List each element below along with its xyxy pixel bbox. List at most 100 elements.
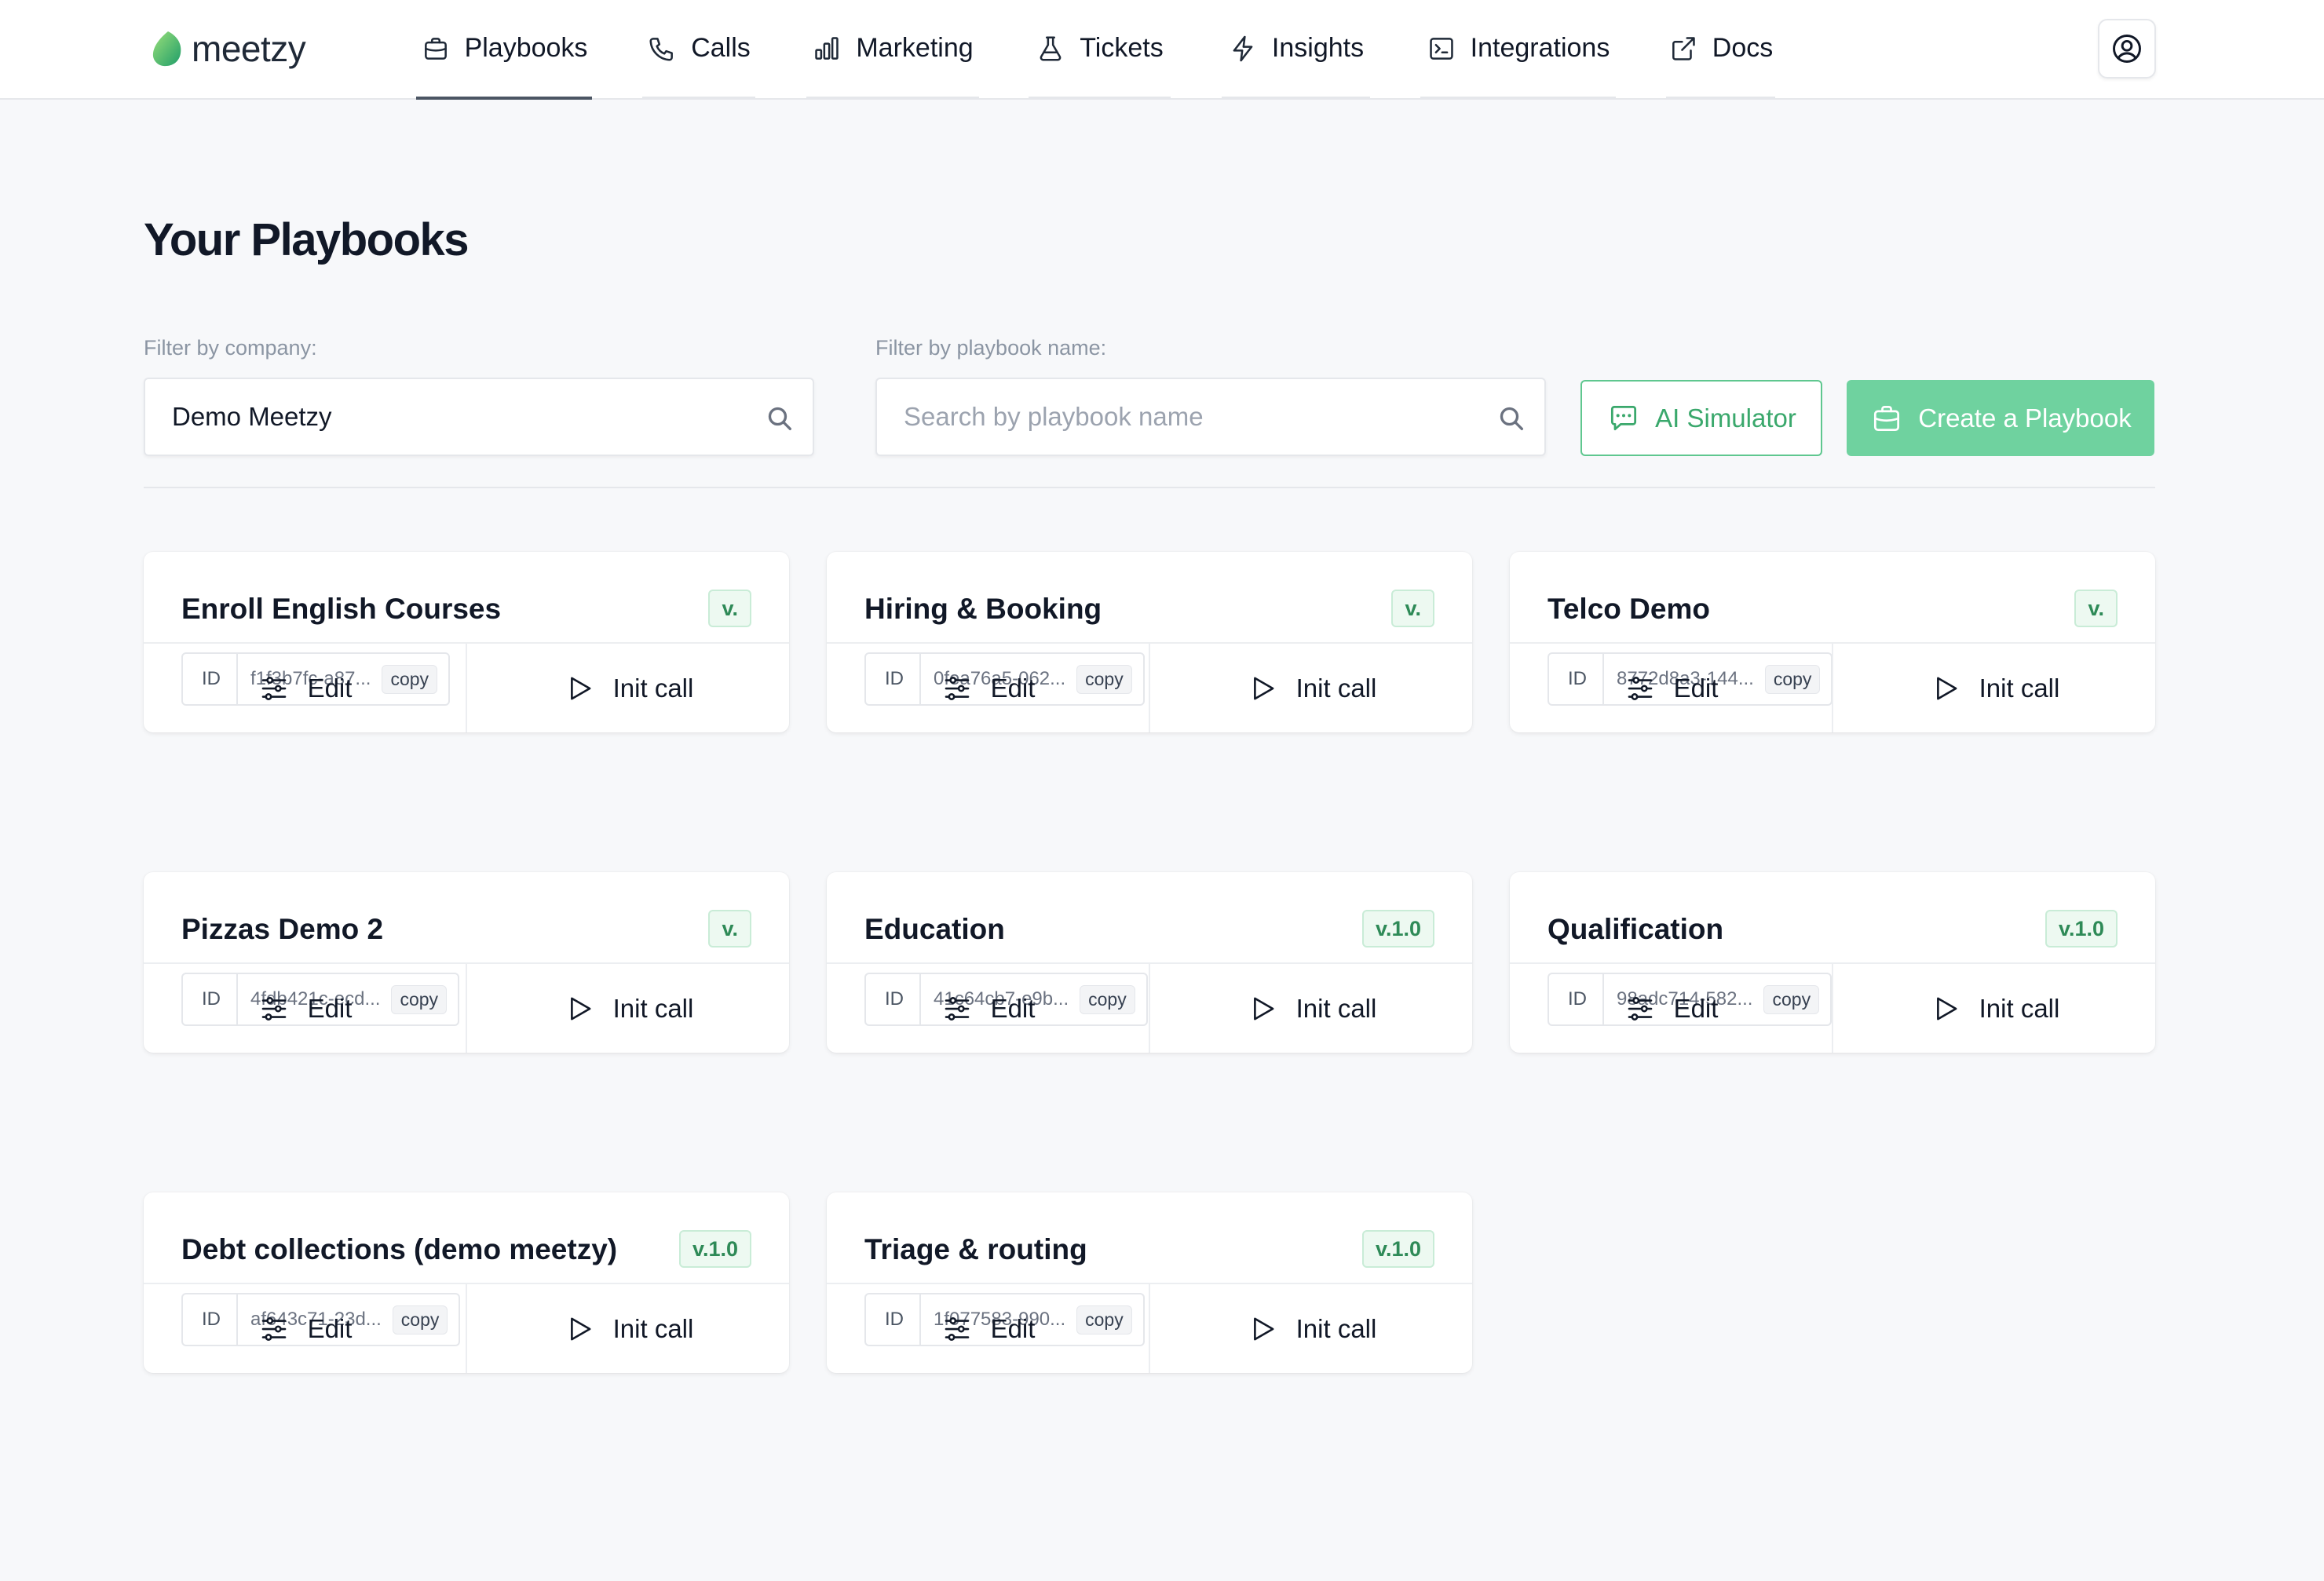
tab-integrations[interactable]: Integrations <box>1420 0 1616 100</box>
version-badge: v. <box>708 590 751 627</box>
user-circle-icon <box>2113 35 2141 63</box>
playbook-title: Education <box>864 913 1005 945</box>
edit-label: Edit <box>990 1313 1036 1343</box>
card-actions: Edit Init call <box>144 642 789 732</box>
edit-button[interactable]: Edit <box>827 1284 1149 1373</box>
playbook-card: Debt collections (demo meetzy) v.1.0 ID … <box>144 1192 789 1373</box>
chat-bubble-icon <box>1611 405 1637 430</box>
version-badge: v.1.0 <box>678 1230 751 1268</box>
play-icon <box>1253 1317 1274 1340</box>
page-title: Your Playbooks <box>144 214 470 265</box>
init-call-button[interactable]: Init call <box>1149 644 1472 732</box>
init-call-button[interactable]: Init call <box>1149 964 1472 1053</box>
tab-docs-label: Docs <box>1712 33 1774 63</box>
init-call-button[interactable]: Init call <box>466 1284 789 1373</box>
tab-playbooks-label: Playbooks <box>464 33 588 63</box>
play-icon <box>1936 677 1957 699</box>
company-filter <box>144 378 814 456</box>
playbook-card: Education v.1.0 ID 41c64cb7-e9b... copy … <box>827 872 1472 1053</box>
init-call-button[interactable]: Init call <box>466 644 789 732</box>
edit-label: Edit <box>1673 673 1719 703</box>
card-actions: Edit Init call <box>144 1283 789 1373</box>
play-icon <box>570 1317 591 1340</box>
playbook-name-search-input[interactable] <box>877 379 1544 455</box>
init-call-button[interactable]: Init call <box>1832 964 2155 1053</box>
sliders-icon <box>945 676 969 700</box>
play-icon <box>570 997 591 1020</box>
init-call-label: Init call <box>612 1313 694 1343</box>
playbook-card: Pizzas Demo 2 v. ID 4fdb421c-ecd... copy… <box>144 872 789 1053</box>
meetzy-logo[interactable]: meetzy <box>151 27 306 71</box>
edit-label: Edit <box>1673 993 1719 1023</box>
playbook-title: Debt collections (demo meetzy) <box>181 1233 618 1265</box>
tab-tickets[interactable]: Tickets <box>1029 0 1171 100</box>
card-actions: Edit Init call <box>1510 642 2155 732</box>
tab-calls-label: Calls <box>691 33 751 63</box>
play-icon <box>1936 997 1957 1020</box>
tab-insights-label: Insights <box>1271 33 1365 63</box>
tab-insights[interactable]: Insights <box>1222 0 1370 100</box>
sliders-icon <box>945 996 969 1021</box>
playbook-card: Telco Demo v. ID 8772d8a3-144... copy Ed… <box>1510 552 2155 732</box>
edit-button[interactable]: Edit <box>1510 644 1832 732</box>
create-playbook-label: Create a Playbook <box>1918 403 2132 433</box>
edit-button[interactable]: Edit <box>144 1284 466 1373</box>
profile-button[interactable] <box>2098 19 2156 79</box>
phone-icon <box>649 37 674 61</box>
edit-label: Edit <box>307 993 353 1023</box>
playbook-title: Telco Demo <box>1548 593 1710 625</box>
create-playbook-button[interactable]: Create a Playbook <box>1847 380 2154 456</box>
briefcase-icon <box>1874 405 1900 431</box>
logo-text: meetzy <box>192 28 306 69</box>
playbook-title: Triage & routing <box>864 1233 1087 1265</box>
card-actions: Edit Init call <box>827 1283 1472 1373</box>
init-call-button[interactable]: Init call <box>1832 644 2155 732</box>
sliders-icon <box>261 676 286 700</box>
init-call-label: Init call <box>1295 1313 1377 1343</box>
playbook-card: Triage & routing v.1.0 ID 1f077583-990..… <box>827 1192 1472 1373</box>
play-icon <box>1253 997 1274 1020</box>
edit-button[interactable]: Edit <box>144 644 466 732</box>
sliders-icon <box>261 1316 286 1341</box>
meetzy-logo-icon <box>152 31 181 67</box>
sliders-icon <box>1628 676 1652 700</box>
tab-calls[interactable]: Calls <box>642 0 755 100</box>
card-actions: Edit Init call <box>827 962 1472 1053</box>
playbook-card: Hiring & Booking v. ID 0fea76a5-062... c… <box>827 552 1472 732</box>
playbook-title: Hiring & Booking <box>864 593 1102 625</box>
search-icon[interactable] <box>1496 403 1527 434</box>
init-call-button[interactable]: Init call <box>466 964 789 1053</box>
version-badge: v. <box>708 910 751 948</box>
edit-button[interactable]: Edit <box>144 964 466 1053</box>
playbook-card: Enroll English Courses v. ID f1f3b7fc-a8… <box>144 552 789 732</box>
terminal-icon <box>1429 37 1453 60</box>
flask-icon <box>1040 35 1062 61</box>
edit-button[interactable]: Edit <box>1510 964 1832 1053</box>
bar-chart-icon <box>815 36 839 60</box>
card-actions: Edit Init call <box>144 962 789 1053</box>
tab-marketing[interactable]: Marketing <box>806 0 979 100</box>
play-icon <box>1253 677 1274 699</box>
version-badge: v. <box>1391 590 1434 627</box>
version-badge: v. <box>2074 590 2118 627</box>
sliders-icon <box>261 996 286 1021</box>
tab-docs[interactable]: Docs <box>1666 0 1775 100</box>
playbook-title: Pizzas Demo 2 <box>181 913 384 945</box>
tab-integrations-label: Integrations <box>1470 33 1610 63</box>
edit-button[interactable]: Edit <box>827 964 1149 1053</box>
ai-simulator-button[interactable]: AI Simulator <box>1580 380 1822 456</box>
edit-label: Edit <box>990 993 1036 1023</box>
search-icon[interactable] <box>764 403 795 434</box>
ai-simulator-label: AI Simulator <box>1655 403 1796 433</box>
version-badge: v.1.0 <box>1361 910 1434 948</box>
edit-label: Edit <box>307 673 353 703</box>
version-badge: v.1.0 <box>2044 910 2118 948</box>
init-call-label: Init call <box>1979 673 2060 703</box>
edit-button[interactable]: Edit <box>827 644 1149 732</box>
play-icon <box>570 677 591 699</box>
init-call-label: Init call <box>612 673 694 703</box>
top-navigation-bar: meetzy Playbooks Calls Marketing Tickets <box>0 0 2324 100</box>
company-filter-input[interactable] <box>145 379 813 455</box>
init-call-button[interactable]: Init call <box>1149 1284 1472 1373</box>
tab-playbooks[interactable]: Playbooks <box>416 0 592 100</box>
